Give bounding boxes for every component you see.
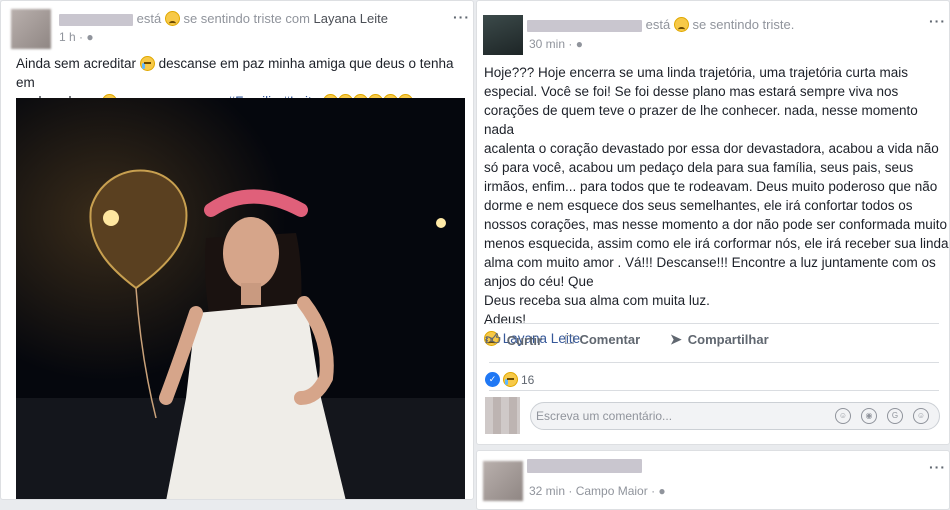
like-reaction-icon: ✓ (485, 372, 500, 387)
post-photo[interactable] (16, 98, 465, 499)
feeling-text: se sentindo triste com (183, 11, 310, 26)
globe-icon: ● (658, 484, 666, 498)
gif-icon[interactable]: G (887, 408, 903, 424)
post-timestamp[interactable]: 30 min · ● (529, 37, 583, 51)
emoji-icon[interactable]: ☺ (835, 408, 851, 424)
globe-icon: ● (575, 37, 583, 51)
post-text: Hoje??? Hoje encerra se uma linda trajet… (484, 65, 949, 346)
current-user-avatar (485, 397, 520, 434)
crying-emoji-icon (139, 56, 155, 71)
reaction-summary[interactable]: ✓ 16 (485, 372, 534, 387)
author-name-redacted[interactable] (527, 19, 642, 32)
author-name-redacted[interactable] (59, 13, 133, 26)
avatar[interactable] (483, 461, 523, 501)
location-link[interactable]: Campo Maior (576, 484, 648, 498)
status-text: está (136, 11, 162, 26)
comment-button[interactable]: □ Comentar (565, 331, 640, 347)
right-post: está se sentindo triste. 30 min · ● ··· … (476, 0, 950, 445)
photo-illustration (16, 98, 465, 499)
avatar[interactable] (483, 15, 523, 55)
like-button[interactable]: 👍︎ Curtir (485, 331, 542, 349)
status-text: está (645, 17, 671, 32)
more-options-icon[interactable]: ··· (453, 9, 470, 25)
thumbs-up-icon: 👍︎ (485, 331, 501, 348)
comment-icon: □ (565, 331, 574, 347)
next-post: 32 min · Campo Maior · ● ··· (476, 450, 950, 510)
post-header: está se sentindo triste com Layana Leite (59, 11, 388, 26)
left-post: está se sentindo triste com Layana Leite… (0, 0, 474, 500)
sad-reaction-icon (503, 372, 518, 387)
comment-input[interactable]: Escreva um comentário... ☺ ◉ G ☺ (530, 402, 940, 430)
more-options-icon[interactable]: ··· (929, 13, 946, 29)
camera-icon[interactable]: ◉ (861, 408, 877, 424)
tagged-friend-link[interactable]: Layana Leite (314, 11, 388, 26)
author-name-redacted[interactable] (527, 458, 642, 473)
post-header (527, 457, 642, 473)
post-actions: 👍︎ Curtir □ Comentar ➤ Compartilhar (477, 331, 949, 353)
post-timestamp[interactable]: 1 h · ● (59, 30, 94, 44)
globe-icon: ● (86, 30, 94, 44)
post-header: está se sentindo triste. (527, 17, 794, 32)
avatar[interactable] (11, 9, 51, 49)
share-icon: ➤ (670, 331, 682, 347)
sad-emoji-icon (164, 11, 180, 26)
sticker-icon[interactable]: ☺ (913, 408, 929, 424)
sad-emoji-icon (673, 17, 689, 32)
feeling-text: se sentindo triste. (692, 17, 795, 32)
share-button[interactable]: ➤ Compartilhar (670, 331, 769, 348)
more-options-icon[interactable]: ··· (929, 459, 946, 475)
reaction-count: 16 (521, 372, 535, 387)
post-timestamp[interactable]: 32 min · Campo Maior · ● (529, 484, 666, 498)
